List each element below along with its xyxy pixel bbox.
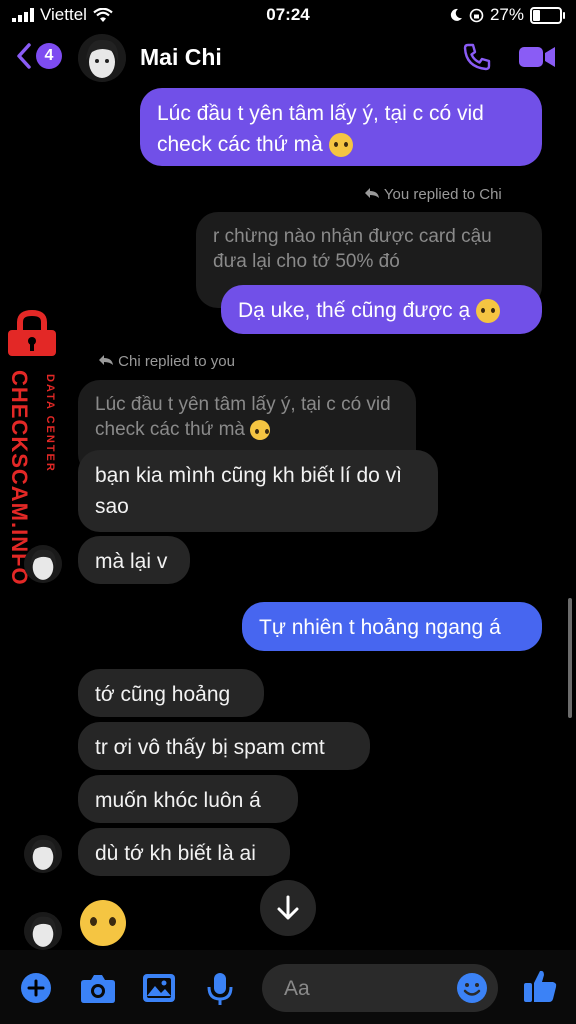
status-bar: Viettel 07:24 27% (0, 0, 576, 30)
smiling-tear-emoji (250, 419, 271, 440)
message-text: Lúc đầu t yên tâm lấy ý, tại c có vid ch… (157, 102, 484, 156)
battery-percent: 27% (489, 5, 524, 24)
video-camera-icon[interactable] (518, 43, 556, 71)
message-text: bạn kia mình cũng kh biết lí do vì sao (95, 464, 403, 518)
message-text: Dạ uke, thế cũng được ạ (238, 299, 471, 322)
message-bubble-received[interactable]: tớ cũng hoảng (78, 669, 264, 717)
message-text: muốn khóc luôn á (95, 789, 261, 812)
message-bubble-received[interactable]: mà lại v (78, 536, 190, 584)
message-bubble-received[interactable]: bạn kia mình cũng kh biết lí do vì sao (78, 450, 438, 532)
reply-note-text: Chi replied to you (118, 353, 235, 370)
reply-arrow-icon (99, 355, 113, 365)
plus-icon[interactable] (20, 972, 52, 1004)
emoji-message[interactable] (80, 900, 126, 946)
thumbs-up-icon[interactable] (522, 968, 558, 1004)
smiling-tear-emoji (328, 133, 353, 158)
sender-avatar[interactable] (24, 545, 62, 583)
message-bubble-sent[interactable]: Tự nhiên t hoảng ngang á (242, 602, 542, 651)
lock-icon (8, 310, 56, 356)
phone-icon[interactable] (462, 42, 492, 72)
message-text: Tự nhiên t hoảng ngang á (259, 616, 501, 639)
microphone-icon[interactable] (206, 972, 234, 1006)
message-text: mà lại v (95, 550, 168, 573)
composer-bar (0, 950, 576, 1024)
message-bubble-received[interactable]: tr ơi vô thấy bị spam cmt (78, 722, 370, 770)
quoted-text: Lúc đầu t yên tâm lấy ý, tại c có vid ch… (95, 394, 391, 440)
reply-note-sent: You replied to Chi (364, 186, 502, 203)
unread-count-badge: 4 (36, 43, 62, 69)
message-bubble-received[interactable]: dù tớ kh biết là ai (78, 828, 290, 876)
scroll-down-arrow-icon (277, 895, 299, 920)
camera-icon[interactable] (80, 972, 116, 1004)
status-right: 27% (449, 5, 565, 25)
sender-avatar[interactable] (24, 912, 62, 950)
scrollbar[interactable] (568, 598, 572, 718)
message-bubble-sent[interactable]: Lúc đầu t yên tâm lấy ý, tại c có vid ch… (140, 88, 542, 166)
contact-name[interactable]: Mai Chi (140, 44, 222, 71)
quoted-text: r chừng nào nhận được card cậu đưa lại c… (213, 226, 492, 272)
watermark-sub: DATA CENTER (44, 374, 56, 473)
battery-icon (530, 6, 565, 24)
message-input-box[interactable] (262, 964, 498, 1012)
emoji-icon[interactable] (456, 972, 488, 1004)
sender-avatar[interactable] (24, 835, 62, 873)
reply-arrow-icon (365, 188, 379, 198)
message-text: dù tớ kh biết là ai (95, 842, 256, 865)
message-bubble-sent[interactable]: Dạ uke, thế cũng được ạ (221, 285, 542, 334)
back-chevron-icon (17, 43, 31, 69)
message-text: tớ cũng hoảng (95, 683, 231, 706)
contact-avatar[interactable] (78, 34, 126, 82)
reply-note-text: You replied to Chi (383, 186, 502, 203)
chat-header: 4 Mai Chi (0, 30, 576, 88)
pleading-face-emoji (80, 900, 126, 946)
pleading-face-emoji (475, 299, 500, 324)
moon-icon (450, 8, 462, 21)
message-input[interactable] (282, 974, 456, 1004)
reply-note-received: Chi replied to you (98, 353, 235, 370)
back-button[interactable]: 4 (16, 42, 62, 70)
message-bubble-received[interactable]: muốn khóc luôn á (78, 775, 298, 823)
scroll-to-bottom-button[interactable] (260, 880, 316, 936)
message-text: tr ơi vô thấy bị spam cmt (95, 736, 325, 759)
image-icon[interactable] (142, 972, 176, 1004)
orientation-lock-icon (469, 8, 484, 22)
